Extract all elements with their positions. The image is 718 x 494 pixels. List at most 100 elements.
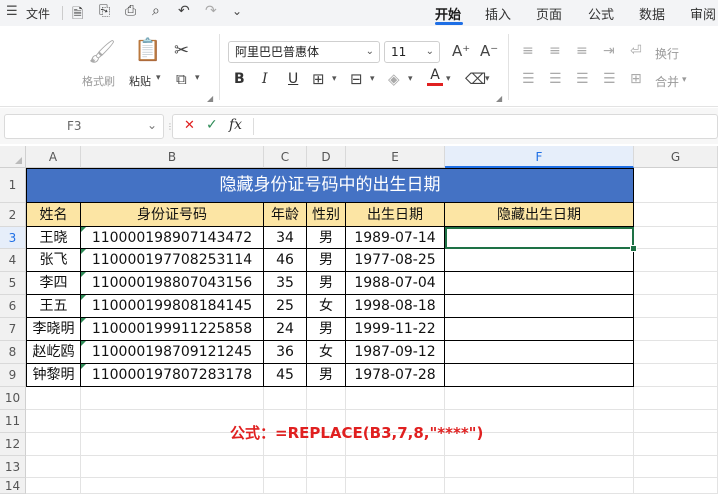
paint-bucket-icon[interactable]: ◈ (388, 70, 400, 88)
column-header-b[interactable]: B (81, 146, 264, 168)
grid-cell[interactable] (634, 433, 718, 456)
table-cell[interactable]: 36 (264, 341, 307, 364)
table-cell[interactable]: 110000198907143472 (81, 227, 264, 249)
table-cell[interactable]: 110000198807043156 (81, 272, 264, 295)
table-header-cell[interactable]: 身份证号码 (81, 203, 264, 227)
fill-dropdown-icon[interactable]: ▾ (370, 74, 375, 84)
hidden-date-cell[interactable] (445, 272, 634, 295)
row-header-1[interactable]: 1 (0, 168, 26, 203)
table-cell[interactable]: 男 (307, 272, 346, 295)
table-cell[interactable]: 35 (264, 272, 307, 295)
table-cell[interactable]: 男 (307, 364, 346, 387)
selected-cell-f3[interactable] (445, 227, 634, 249)
formula-input[interactable]: ✕ ✓ fx (172, 114, 718, 139)
grid-cell[interactable] (634, 203, 718, 227)
table-cell[interactable]: 1987-09-12 (346, 341, 445, 364)
table-cell[interactable]: 110000197708253114 (81, 249, 264, 272)
grid-cell[interactable] (307, 478, 346, 494)
grid-cell[interactable] (26, 478, 81, 494)
paste-label[interactable]: 粘贴 (129, 73, 151, 89)
bucket-dropdown-icon[interactable]: ▾ (408, 74, 413, 84)
save-icon[interactable]: 🗎 (72, 3, 83, 27)
cancel-icon[interactable]: ✕ (184, 118, 195, 133)
row-header-12[interactable]: 12 (0, 433, 26, 456)
table-cell[interactable]: 王晓 (26, 227, 81, 249)
grid-cell[interactable] (445, 387, 634, 410)
grid-cell[interactable] (445, 456, 634, 478)
indent-icon[interactable]: ⇥ (603, 43, 615, 59)
row-header-2[interactable]: 2 (0, 203, 26, 227)
format-painter-label[interactable]: 格式刷 (82, 73, 115, 89)
grid-cell[interactable] (634, 364, 718, 387)
row-header-6[interactable]: 6 (0, 295, 26, 318)
undo-icon[interactable]: ↶ (178, 3, 190, 19)
row-header-14[interactable]: 14 (0, 478, 26, 494)
tab-home[interactable]: 开始 (435, 4, 461, 23)
grid-cell[interactable] (26, 456, 81, 478)
align-right-icon[interactable]: ☰ (576, 71, 589, 87)
grid-cell[interactable] (26, 433, 81, 456)
font-size-select[interactable]: 11 ⌄ (384, 41, 440, 63)
grid-cell[interactable] (445, 478, 634, 494)
tab-review[interactable]: 审阅 (690, 4, 716, 23)
tab-formula[interactable]: 公式 (588, 4, 614, 23)
grid-cell[interactable] (346, 387, 445, 410)
merge-cells-label[interactable]: 合并 (655, 73, 679, 90)
chevron-down-icon[interactable]: ⌄ (147, 118, 157, 132)
table-cell[interactable]: 110000198709121245 (81, 341, 264, 364)
paste-icon[interactable]: 📋 (134, 38, 161, 63)
tab-data[interactable]: 数据 (639, 4, 665, 23)
table-cell[interactable]: 男 (307, 227, 346, 249)
tab-page[interactable]: 页面 (536, 4, 562, 23)
font-color-button[interactable]: A (427, 67, 443, 89)
table-cell[interactable]: 钟黎明 (26, 364, 81, 387)
underline-button[interactable]: U (288, 71, 298, 87)
table-cell[interactable]: 46 (264, 249, 307, 272)
export-pdf-icon[interactable]: ⎘ (99, 3, 110, 19)
align-top-icon[interactable]: ≡ (522, 43, 534, 59)
table-header-cell[interactable]: 性别 (307, 203, 346, 227)
row-header-7[interactable]: 7 (0, 318, 26, 341)
table-cell[interactable]: 110000199808184145 (81, 295, 264, 318)
table-cell[interactable]: 男 (307, 249, 346, 272)
row-header-4[interactable]: 4 (0, 249, 26, 272)
table-cell[interactable]: 女 (307, 295, 346, 318)
print-icon[interactable]: ⎙ (125, 3, 136, 19)
cut-icon[interactable]: ✂ (174, 40, 189, 61)
row-header-9[interactable]: 9 (0, 364, 26, 387)
align-center-icon[interactable]: ☰ (549, 71, 562, 87)
grid-cell[interactable] (634, 341, 718, 364)
hamburger-icon[interactable]: ☰ (6, 4, 18, 19)
confirm-icon[interactable]: ✓ (206, 117, 218, 133)
column-header-f[interactable]: F (445, 146, 634, 168)
grid-cell[interactable] (81, 387, 264, 410)
print-preview-icon[interactable]: ⌕ (152, 3, 160, 19)
grid-cell[interactable] (634, 168, 718, 203)
grid-cell[interactable] (634, 410, 718, 433)
table-cell[interactable]: 45 (264, 364, 307, 387)
table-cell[interactable]: 王五 (26, 295, 81, 318)
file-menu[interactable]: 文件 (26, 5, 50, 22)
grid-cell[interactable] (264, 478, 307, 494)
table-cell[interactable]: 110000199911225858 (81, 318, 264, 341)
hidden-date-cell[interactable] (445, 318, 634, 341)
row-header-11[interactable]: 11 (0, 410, 26, 433)
font-name-select[interactable]: 阿里巴巴普惠体 ⌄ (228, 41, 380, 63)
table-cell[interactable]: 25 (264, 295, 307, 318)
select-all-corner[interactable] (0, 146, 26, 168)
grid-cell[interactable] (264, 387, 307, 410)
table-cell[interactable]: 1977-08-25 (346, 249, 445, 272)
grid-cell[interactable] (264, 456, 307, 478)
wrap-text-icon[interactable]: ⏎ (630, 43, 642, 59)
table-cell[interactable]: 1998-08-18 (346, 295, 445, 318)
grid-cell[interactable] (26, 410, 81, 433)
name-box[interactable]: F3 ⌄ (4, 114, 164, 139)
chevron-down-icon[interactable]: ⌄ (232, 4, 242, 18)
paste-dropdown-icon[interactable]: ▾ (156, 73, 161, 83)
copy-icon[interactable]: ⧉ (176, 70, 187, 88)
format-painter-icon[interactable]: 🖌 (88, 40, 116, 65)
column-header-c[interactable]: C (264, 146, 307, 168)
grid-cell[interactable] (307, 456, 346, 478)
table-header-cell[interactable]: 出生日期 (346, 203, 445, 227)
table-cell[interactable]: 男 (307, 318, 346, 341)
